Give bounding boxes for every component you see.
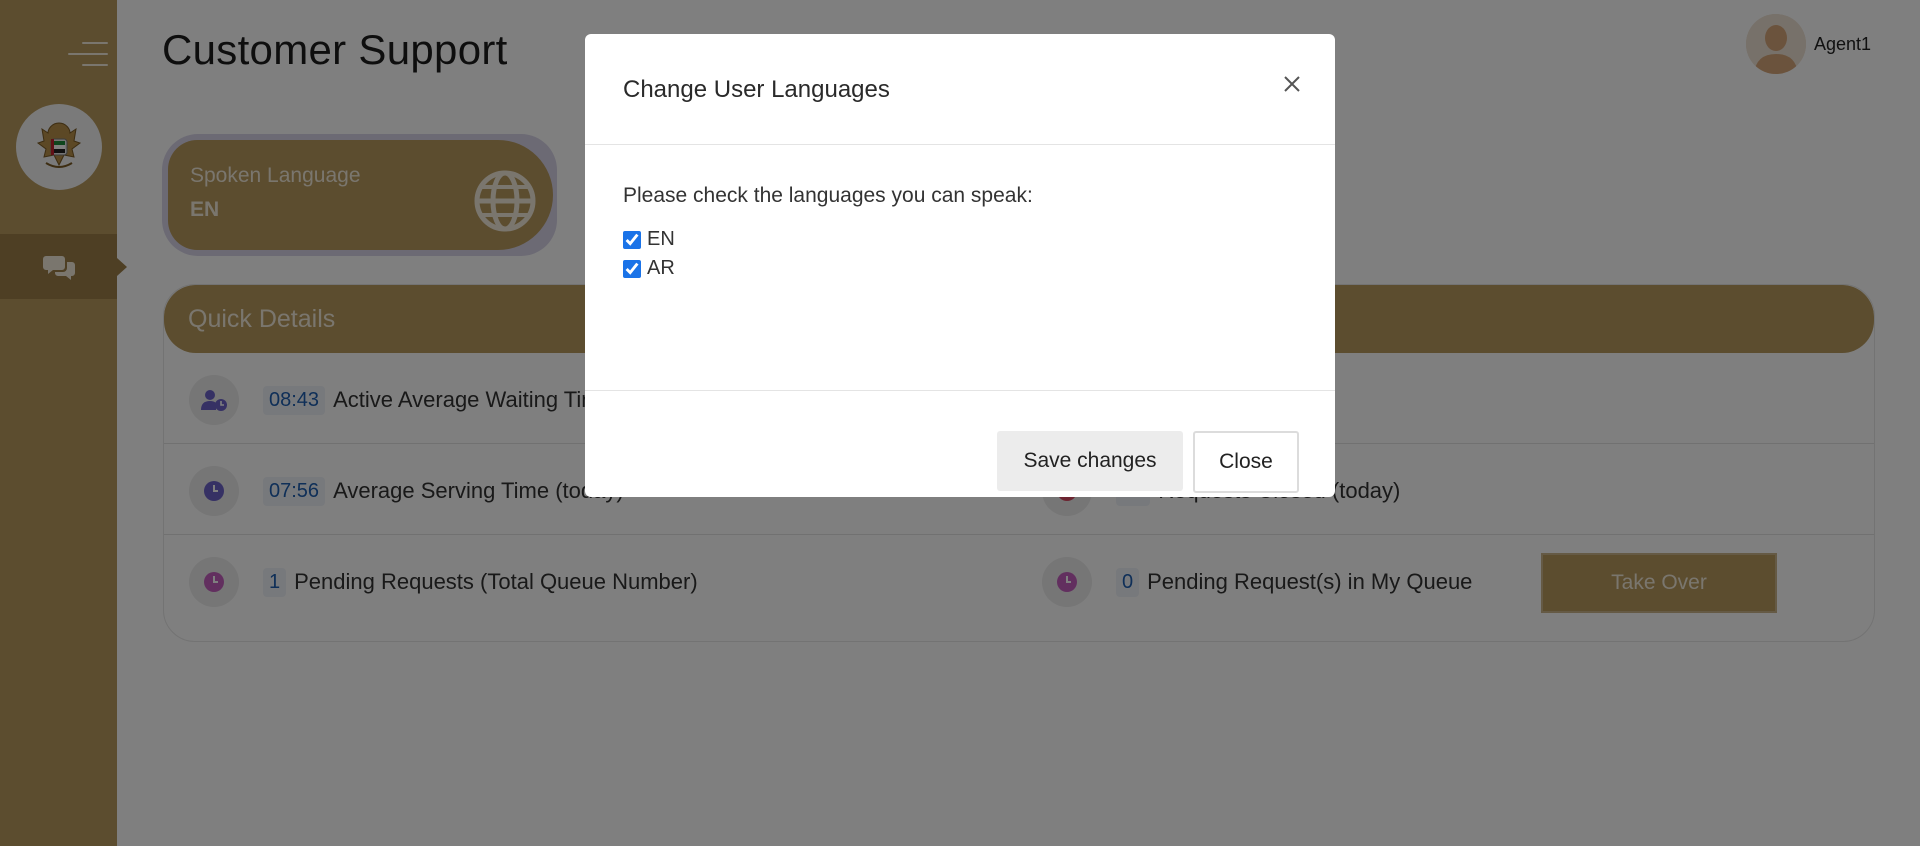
language-option-ar[interactable]: AR (623, 257, 675, 280)
language-option-en[interactable]: EN (623, 228, 675, 251)
save-changes-button[interactable]: Save changes (997, 431, 1183, 491)
modal-header: Change User Languages (585, 34, 1335, 145)
language-checkbox-en[interactable] (623, 230, 641, 249)
language-option-label: EN (647, 228, 675, 250)
language-option-label: AR (647, 257, 675, 279)
modal-footer: Save changes Close (585, 392, 1335, 497)
modal-title: Change User Languages (623, 76, 890, 103)
modal-body: Please check the languages you can speak… (585, 146, 1335, 391)
close-button[interactable]: Close (1193, 431, 1299, 493)
change-languages-modal: Change User Languages Please check the l… (585, 34, 1335, 497)
language-checkbox-ar[interactable] (623, 259, 641, 278)
close-icon[interactable] (1270, 62, 1314, 106)
modal-prompt: Please check the languages you can speak… (623, 184, 1033, 207)
